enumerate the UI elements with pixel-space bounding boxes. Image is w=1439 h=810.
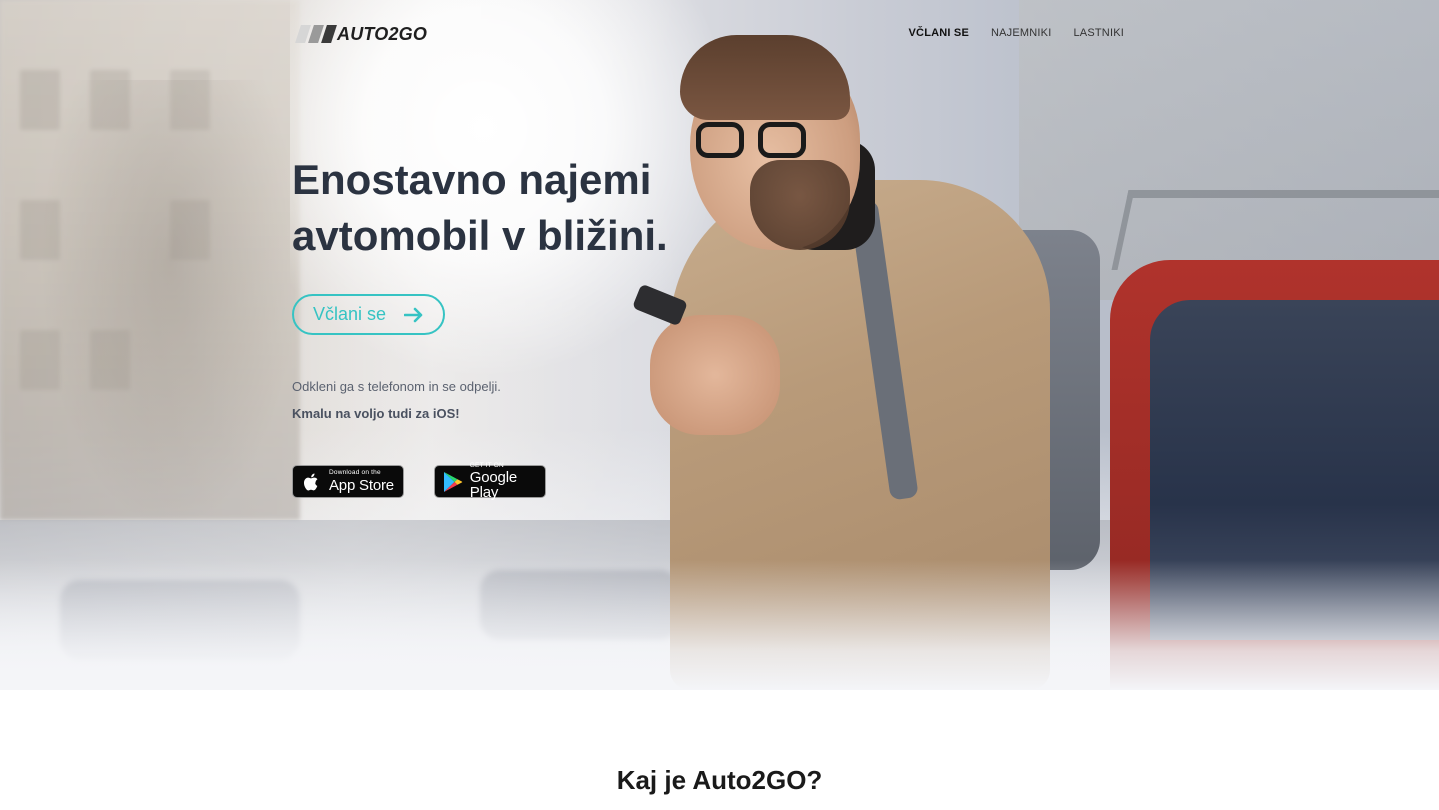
app-store-big-text: App Store: [329, 476, 394, 494]
nav-item-vclani-se[interactable]: VČLANI SE: [909, 27, 969, 39]
hero-headline-line1: Enostavno najemi: [292, 156, 652, 203]
app-store-small-text: Download on the: [329, 469, 381, 477]
auto2go-logo[interactable]: AUTO2GO: [295, 23, 428, 45]
join-button-label: Včlani se: [312, 304, 387, 324]
hero-headline-line2: avtomobil v bližini.: [292, 212, 668, 259]
hands: [650, 315, 780, 435]
google-play-badge[interactable]: GET IT ON Google Play: [434, 462, 546, 502]
nav-item-najemniki[interactable]: NAJEMNIKI: [991, 27, 1051, 39]
hero-section: [0, 0, 1439, 690]
ios-note: Kmalu na voljo tudi za iOS!: [292, 406, 460, 421]
logo-text: AUTO2GO: [337, 23, 428, 44]
hero-fade: [0, 560, 1439, 690]
hair: [680, 35, 850, 120]
section-title: Kaj je Auto2GO?: [616, 765, 823, 795]
hero-headline: Enostavno najemi avtomobil v bližini.: [292, 152, 712, 264]
glasses: [696, 122, 816, 162]
app-store-badge[interactable]: Download on the App Store: [292, 465, 404, 498]
logo-bars-icon: [295, 25, 337, 43]
hero-subtext: Odkleni ga s telefonom in se odpelji.: [292, 379, 501, 394]
car-roof-rack: [1111, 190, 1439, 270]
nav-item-lastniki[interactable]: LASTNIKI: [1073, 27, 1124, 39]
main-nav: VČLANI SE NAJEMNIKI LASTNIKI: [909, 27, 1124, 39]
apple-icon: [301, 471, 323, 493]
arrow-right-icon: [404, 307, 423, 322]
google-play-big-text: Google Play: [469, 469, 517, 502]
google-play-icon: [443, 471, 464, 493]
join-button[interactable]: Včlani se: [292, 294, 445, 335]
